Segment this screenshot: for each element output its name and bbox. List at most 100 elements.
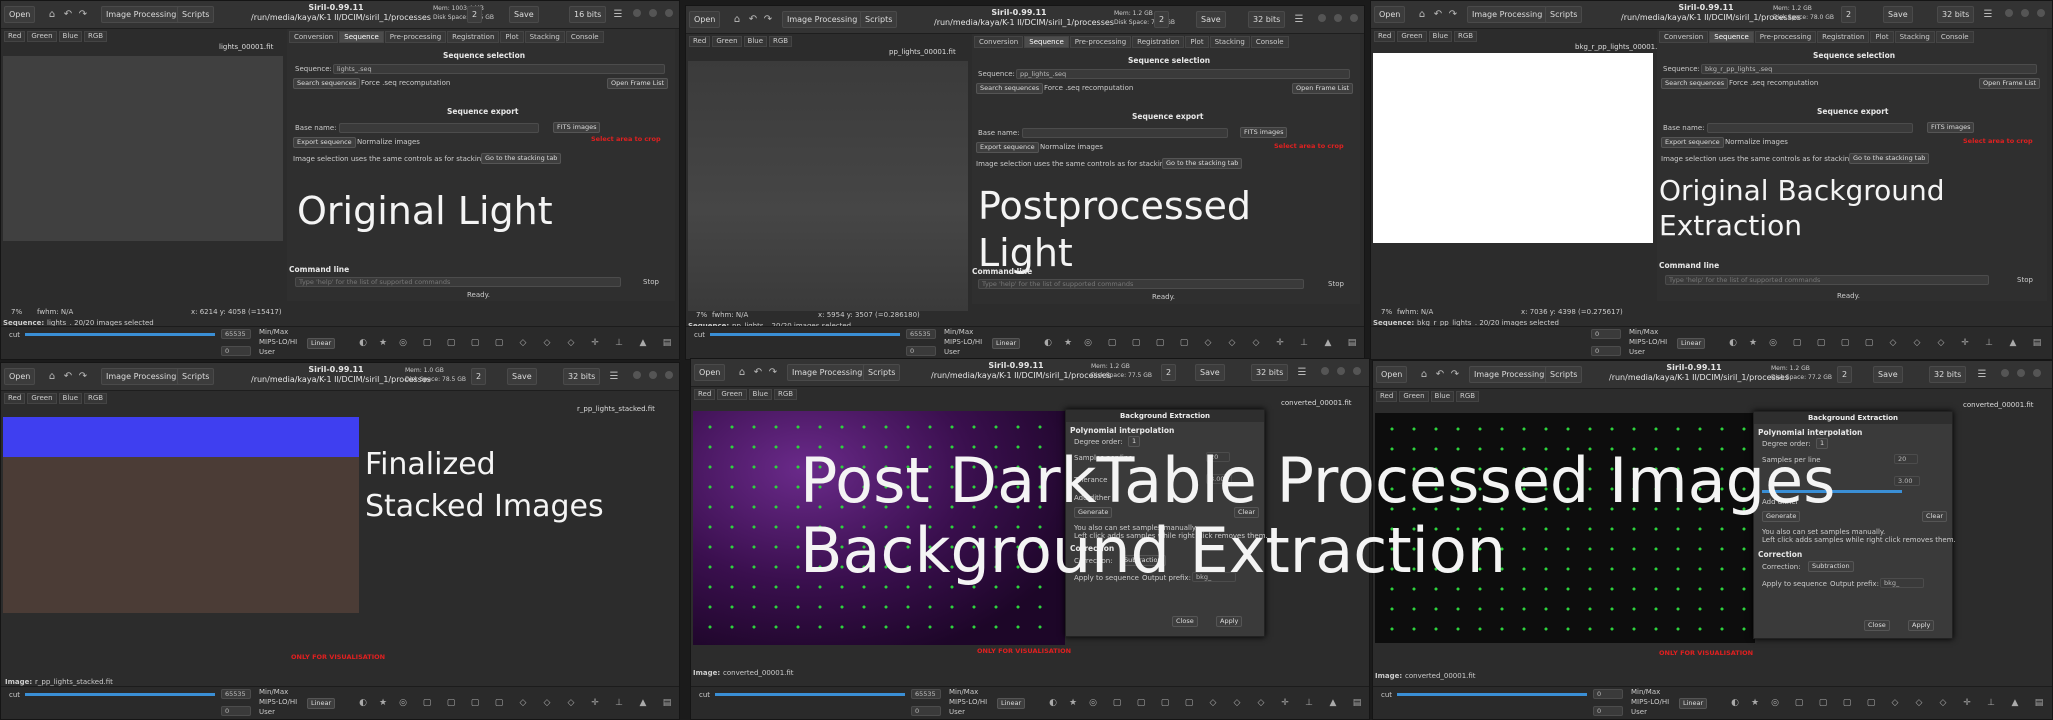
scale-select[interactable]: Linear — [997, 698, 1026, 709]
save-button[interactable]: Save — [1883, 6, 1913, 23]
tool-icon[interactable]: ◇ — [541, 338, 553, 349]
low-value[interactable]: 0 — [221, 706, 251, 716]
open-frame-list-button[interactable]: Open Frame List — [1979, 78, 2041, 89]
seq-spinner[interactable]: 2 — [1841, 6, 1857, 23]
fits-images-select[interactable]: FITS images — [1927, 122, 1975, 133]
apply-sequence-checkbox[interactable]: Apply to sequence — [1762, 580, 1827, 588]
close-icon[interactable] — [1353, 367, 1361, 375]
save-button[interactable]: Save — [507, 368, 537, 385]
channel-tabs[interactable]: Red Green Blue RGB — [1376, 391, 1481, 402]
tool-icon[interactable]: ⊥ — [1985, 698, 1997, 709]
image-processing-menu[interactable]: Image Processing — [101, 368, 182, 385]
undo-icon[interactable]: ↶ — [61, 368, 75, 385]
tool-icon[interactable]: ◇ — [517, 698, 529, 709]
tool-icon[interactable]: ◐ — [357, 698, 369, 709]
maximize-icon[interactable] — [1337, 367, 1345, 375]
mips-option[interactable]: MIPS-LO/HI — [259, 338, 297, 346]
tool-icon[interactable]: ◇ — [1937, 698, 1949, 709]
close-icon[interactable] — [2033, 369, 2041, 377]
seq-spinner[interactable]: 2 — [1837, 366, 1853, 383]
undo-icon[interactable]: ↶ — [1433, 366, 1447, 383]
tool-icon[interactable]: ◇ — [1887, 338, 1899, 349]
scripts-menu[interactable]: Scripts — [863, 364, 901, 381]
tool-icon[interactable]: ▢ — [421, 698, 433, 709]
image-canvas[interactable] — [688, 61, 968, 311]
tool-icon[interactable]: ▢ — [1817, 698, 1829, 709]
normalize-checkbox[interactable]: Normalize images — [357, 138, 420, 146]
maximize-icon[interactable] — [1334, 14, 1342, 22]
tool-icon[interactable]: ✛ — [1961, 698, 1973, 709]
image-canvas[interactable] — [1373, 53, 1653, 243]
search-sequences-button[interactable]: Search sequences — [1661, 78, 1729, 89]
scripts-menu[interactable]: Scripts — [860, 11, 898, 28]
prefix-input[interactable]: bkg_ — [1880, 578, 1924, 588]
tool-icon[interactable]: ▢ — [1154, 338, 1166, 349]
user-option[interactable]: User — [949, 708, 965, 716]
user-option[interactable]: User — [1629, 348, 1645, 356]
command-input[interactable]: Type 'help' for the list of supported co… — [295, 277, 621, 287]
main-tabs[interactable]: Conversion Sequence Pre-processing Registra… — [1659, 31, 1975, 43]
tool-icon[interactable]: ★ — [1749, 698, 1761, 709]
high-value[interactable]: 65535 — [906, 329, 936, 339]
tool-icon[interactable]: ★ — [377, 698, 389, 709]
main-tabs[interactable]: Conversion Sequence Pre-processing Registra… — [974, 36, 1290, 48]
goto-stacking-button[interactable]: Go to the stacking tab — [481, 153, 562, 164]
high-slider[interactable] — [1397, 693, 1587, 696]
image-processing-menu[interactable]: Image Processing — [1469, 366, 1550, 383]
scale-select[interactable]: Linear — [307, 338, 336, 349]
correction-select[interactable]: Subtraction — [1808, 561, 1854, 572]
minmax-option[interactable]: Min/Max — [949, 688, 978, 696]
fits-images-select[interactable]: FITS images — [1240, 127, 1288, 138]
high-value[interactable]: 65535 — [911, 689, 941, 699]
close-icon[interactable] — [1350, 14, 1358, 22]
tool-icon[interactable]: ◎ — [397, 338, 409, 349]
tool-icon[interactable]: ▢ — [1841, 698, 1853, 709]
tool-icon[interactable]: ✛ — [1279, 698, 1291, 709]
tool-icon[interactable]: ★ — [1062, 338, 1074, 349]
open-frame-list-button[interactable]: Open Frame List — [607, 78, 669, 89]
tool-icon[interactable]: ◇ — [1889, 698, 1901, 709]
low-value[interactable]: 0 — [221, 346, 251, 356]
channel-tabs[interactable]: Red Green Blue RGB — [4, 31, 109, 42]
fits-images-select[interactable]: FITS images — [553, 122, 601, 133]
image-processing-menu[interactable]: Image Processing — [101, 6, 182, 23]
tool-icon[interactable]: ⊥ — [1303, 698, 1315, 709]
tool-icon[interactable]: ▢ — [445, 338, 457, 349]
bit-depth-select[interactable]: 16 bits — [569, 6, 607, 23]
command-input[interactable]: Type 'help' for the list of supported co… — [1665, 275, 1989, 285]
tool-icon[interactable]: ▲ — [637, 338, 649, 349]
open-button[interactable]: Open — [1374, 6, 1406, 23]
tool-icon[interactable]: ◇ — [1255, 698, 1267, 709]
tool-icon[interactable]: ◎ — [1767, 338, 1779, 349]
bit-depth-select[interactable]: 32 bits — [1937, 6, 1975, 23]
tool-icon[interactable]: ★ — [377, 338, 389, 349]
channel-tabs[interactable]: Red Green Blue RGB — [694, 389, 799, 400]
user-option[interactable]: User — [944, 348, 960, 356]
home-icon[interactable]: ⌂ — [1415, 6, 1429, 23]
tool-icon[interactable]: ✛ — [1274, 338, 1286, 349]
force-recompute-checkbox[interactable]: Force .seq recomputation — [1044, 84, 1133, 92]
redo-icon[interactable]: ↷ — [761, 11, 775, 28]
tool-icon[interactable]: ▢ — [1815, 338, 1827, 349]
scripts-menu[interactable]: Scripts — [177, 368, 215, 385]
home-icon[interactable]: ⌂ — [735, 364, 749, 381]
mips-option[interactable]: MIPS-LO/HI — [949, 698, 987, 706]
tool-icon[interactable]: ▢ — [1159, 698, 1171, 709]
tool-icon[interactable]: ▢ — [1183, 698, 1195, 709]
tool-icon[interactable]: ▢ — [469, 338, 481, 349]
tool-icon[interactable]: ◎ — [1087, 698, 1099, 709]
high-slider[interactable] — [25, 333, 215, 336]
redo-icon[interactable]: ↷ — [76, 368, 90, 385]
open-button[interactable]: Open — [4, 368, 36, 385]
tool-icon[interactable]: ✛ — [589, 698, 601, 709]
low-value[interactable]: 0 — [906, 346, 936, 356]
maximize-icon[interactable] — [2017, 369, 2025, 377]
minimize-icon[interactable] — [2001, 369, 2009, 377]
high-slider[interactable] — [25, 693, 215, 696]
redo-icon[interactable]: ↷ — [76, 6, 90, 23]
open-button[interactable]: Open — [689, 11, 721, 28]
scale-select[interactable]: Linear — [1679, 698, 1708, 709]
minimize-icon[interactable] — [633, 9, 641, 17]
minmax-option[interactable]: Min/Max — [259, 688, 288, 696]
mips-option[interactable]: MIPS-LO/HI — [1629, 338, 1667, 346]
